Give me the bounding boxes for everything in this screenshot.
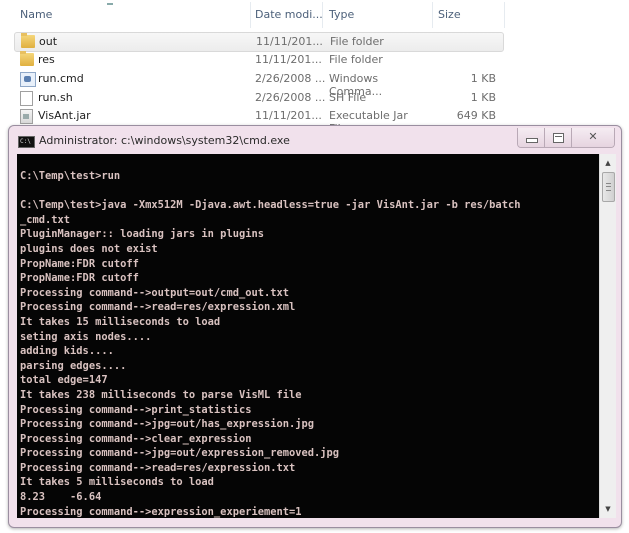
file-type: SH File — [329, 91, 367, 104]
console-line: 8.23 -6.64 — [20, 491, 102, 504]
column-divider[interactable] — [504, 2, 505, 28]
file-name: run.sh — [38, 91, 73, 104]
column-header-row: Name Date modi... Type Size — [0, 0, 505, 30]
file-type: File folder — [329, 53, 383, 66]
cmd-window[interactable]: C:\ Administrator: c:\windows\system32\c… — [8, 125, 622, 528]
console-line: Processing command-->read=res/expression… — [20, 301, 296, 314]
console-line: C:\Temp\test>java -Xmx512M -Djava.awt.he… — [20, 199, 521, 212]
column-header-date[interactable]: Date modi... — [255, 8, 323, 21]
folder-icon — [20, 51, 34, 66]
file-row-run-cmd[interactable]: run.cmd 2/26/2008 ... Windows Comma... 1… — [16, 70, 496, 98]
console-line: parsing edges.... — [20, 359, 127, 372]
console-line: Processing command-->print_statistics — [20, 403, 252, 416]
maximize-icon — [553, 133, 564, 143]
column-divider[interactable] — [250, 2, 251, 28]
console-line: It takes 5 milliseconds to load — [20, 476, 214, 489]
scroll-up-arrow-icon[interactable]: ▲ — [600, 156, 616, 170]
maximize-button[interactable] — [545, 128, 572, 147]
console-line: Processing command-->output=out/cmd_out.… — [20, 286, 289, 299]
file-size: 1 KB — [470, 72, 496, 85]
console-line: PropName:FDR cutoff — [20, 272, 139, 285]
console-line: Processing command-->expression_experiem… — [20, 505, 302, 518]
column-header-size[interactable]: Size — [438, 8, 461, 21]
file-type: File folder — [330, 35, 384, 48]
window-controls: ✕ — [517, 128, 615, 148]
file-name: out — [39, 35, 58, 48]
console-line: PropName:FDR cutoff — [20, 257, 139, 270]
console-line: total edge=147 — [20, 374, 108, 387]
console-line: It takes 238 milliseconds to parse VisML… — [20, 388, 302, 401]
console-line: seting axis nodes.... — [20, 330, 152, 343]
vertical-scrollbar[interactable]: ▲ ▼ — [599, 154, 616, 518]
file-date: 2/26/2008 ... — [255, 91, 326, 104]
column-divider[interactable] — [322, 2, 323, 28]
console-line: PluginManager:: loading jars in plugins — [20, 228, 264, 241]
column-header-name[interactable]: Name — [20, 8, 52, 21]
folder-icon — [21, 33, 35, 48]
console-line: plugins does not exist — [20, 242, 158, 255]
sort-indicator-icon — [107, 3, 113, 5]
file-row-res[interactable]: res 11/11/201... File folder — [16, 51, 416, 69]
column-divider[interactable] — [432, 2, 433, 28]
file-row-out[interactable]: out 11/11/201... File folder — [14, 32, 504, 52]
file-explorer: Name Date modi... Type Size out 11/11/20… — [0, 0, 629, 135]
console-line: It takes 15 milliseconds to load — [20, 315, 221, 328]
console-line: Processing command-->clear_expression — [20, 432, 252, 445]
console-line: _cmd.txt — [20, 213, 71, 226]
minimize-button[interactable] — [518, 128, 545, 147]
column-header-type[interactable]: Type — [329, 8, 354, 21]
document-icon — [20, 91, 33, 106]
file-date: 11/11/201... — [256, 35, 323, 48]
scroll-down-arrow-icon[interactable]: ▼ — [600, 502, 616, 516]
file-size: 1 KB — [470, 91, 496, 104]
console-line: C:\Temp\test>run — [20, 170, 121, 182]
cmd-file-icon — [20, 72, 36, 87]
close-button[interactable]: ✕ — [572, 128, 614, 147]
jar-file-icon — [20, 109, 33, 124]
console-line: Processing command-->jpg=out/expression_… — [20, 447, 340, 460]
file-size: 649 KB — [456, 109, 496, 122]
window-title: Administrator: c:\windows\system32\cmd.e… — [39, 134, 290, 147]
file-row-run-sh[interactable]: run.sh 2/26/2008 ... SH File 1 KB — [16, 89, 496, 107]
file-name: VisAnt.jar — [38, 109, 91, 122]
console-line: Processing command-->jpg=out/has_express… — [20, 418, 315, 431]
minimize-icon — [526, 138, 538, 143]
file-date: 2/26/2008 ... — [255, 72, 326, 85]
file-date: 11/11/201... — [255, 109, 322, 122]
file-name: res — [38, 53, 55, 66]
console-output[interactable]: C:\Temp\test>run C:\Temp\test>java -Xmx51… — [17, 154, 599, 518]
file-date: 11/11/201... — [255, 53, 322, 66]
console-line: adding kids.... — [20, 345, 114, 358]
scrollbar-thumb[interactable] — [602, 172, 615, 202]
file-row-visant-jar[interactable]: VisAnt.jar 11/11/201... Executable Jar F… — [16, 107, 496, 135]
cmd-app-icon[interactable]: C:\ — [18, 136, 35, 148]
console-line: Processing command-->read=res/expression… — [20, 461, 296, 474]
cmd-icon-label: C:\ — [20, 138, 31, 145]
title-bar[interactable]: C:\ Administrator: c:\windows\system32\c… — [9, 126, 621, 154]
close-icon: ✕ — [588, 130, 598, 143]
file-name: run.cmd — [38, 72, 84, 85]
